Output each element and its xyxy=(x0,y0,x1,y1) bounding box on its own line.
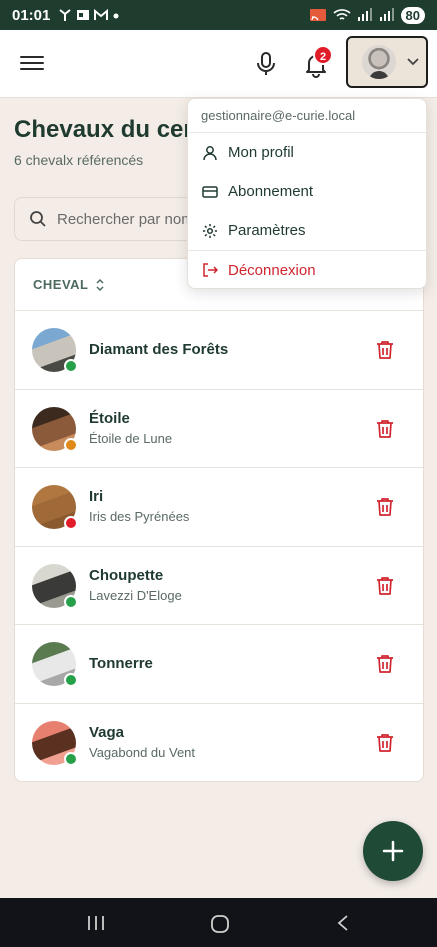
table-row[interactable]: Choupette Lavezzi D'Eloge xyxy=(15,547,423,625)
profile-menu-button[interactable] xyxy=(346,36,428,88)
status-indicator xyxy=(64,594,78,609)
delete-icon[interactable] xyxy=(374,496,396,518)
menu-item-parametres[interactable]: Paramètres xyxy=(188,211,426,250)
menu-item-label: Mon profil xyxy=(228,144,294,161)
credit-card-icon xyxy=(202,185,218,198)
user-email: gestionnaire@e-curie.local xyxy=(188,99,426,133)
menu-item-label: Abonnement xyxy=(228,183,314,200)
horse-fullname: Vagabond du Vent xyxy=(89,744,196,760)
status-indicator xyxy=(64,751,78,766)
horse-name[interactable]: Diamant des Forêts xyxy=(89,341,228,358)
status-indicator xyxy=(64,516,78,530)
status-bar: 01:01 80 xyxy=(0,0,437,30)
avatar xyxy=(362,45,396,79)
antenna-icon xyxy=(59,9,71,21)
horse-name[interactable]: Iri xyxy=(89,488,189,505)
plus-icon xyxy=(382,840,404,862)
dot-icon xyxy=(113,13,119,19)
horse-fullname: Iris des Pyrénées xyxy=(89,509,190,524)
table-row[interactable]: Étoile Étoile de Lune xyxy=(15,390,423,468)
gmail-icon xyxy=(94,8,109,20)
sort-icon[interactable] xyxy=(94,278,106,292)
app-bar: 2 xyxy=(0,30,437,98)
horse-name[interactable]: Choupette xyxy=(89,567,182,584)
delete-icon[interactable] xyxy=(374,339,396,361)
horse-fullname: Étoile de Lune xyxy=(89,430,173,446)
horse-name[interactable]: Étoile xyxy=(89,410,172,427)
delete-icon[interactable] xyxy=(374,418,396,440)
table-row[interactable]: Tonnerre xyxy=(15,625,423,704)
signal-icon xyxy=(357,8,372,21)
menu-item-label: Paramètres xyxy=(228,222,306,239)
horses-table: CHEVAL Diamant des Forêts Étoile Étoile … xyxy=(14,258,424,782)
battery-indicator: 80 xyxy=(400,6,425,24)
menu-item-deconnexion[interactable]: Déconnexion xyxy=(188,250,426,289)
profile-dropdown: gestionnaire@e-curie.local Mon profil Ab… xyxy=(187,98,427,289)
recent-apps-icon[interactable] xyxy=(86,915,106,931)
photo-icon xyxy=(77,10,90,20)
table-row[interactable]: Diamant des Forêts xyxy=(15,311,423,390)
delete-icon[interactable] xyxy=(374,653,396,675)
delete-icon[interactable] xyxy=(374,575,396,597)
page-title: Chevaux du cen xyxy=(14,116,199,143)
delete-icon[interactable] xyxy=(374,732,396,754)
status-time: 01:01 xyxy=(12,6,51,24)
wifi-icon xyxy=(332,9,351,20)
status-indicator xyxy=(64,437,78,452)
page-subtitle: 6 chevalx référencés xyxy=(14,152,144,168)
search-icon xyxy=(30,211,46,227)
signal-2-icon xyxy=(379,8,394,21)
home-icon[interactable] xyxy=(210,914,230,934)
back-icon[interactable] xyxy=(336,914,350,932)
menu-item-abonnement[interactable]: Abonnement xyxy=(188,172,426,211)
user-icon xyxy=(203,145,217,160)
cast-icon xyxy=(309,9,326,21)
horse-name[interactable]: Tonnerre xyxy=(89,655,153,672)
menu-item-mon-profil[interactable]: Mon profil xyxy=(188,133,426,172)
logout-icon xyxy=(203,263,218,277)
notification-badge: 2 xyxy=(313,45,333,65)
table-row[interactable]: Iri Iris des Pyrénées xyxy=(15,468,423,547)
column-header-cheval[interactable]: CHEVAL xyxy=(33,277,88,292)
horse-name[interactable]: Vaga xyxy=(89,724,195,741)
system-nav-bar xyxy=(0,898,437,947)
menu-item-label: Déconnexion xyxy=(228,261,316,279)
horse-fullname: Lavezzi D'Eloge xyxy=(89,587,182,603)
microphone-icon[interactable] xyxy=(252,50,280,78)
chevron-down-icon xyxy=(407,58,419,66)
status-indicator xyxy=(64,673,78,687)
gear-icon xyxy=(203,223,217,238)
menu-button[interactable] xyxy=(20,52,44,74)
status-indicator xyxy=(64,359,78,373)
add-horse-button[interactable] xyxy=(363,821,423,881)
table-row[interactable]: Vaga Vagabond du Vent xyxy=(15,704,423,782)
